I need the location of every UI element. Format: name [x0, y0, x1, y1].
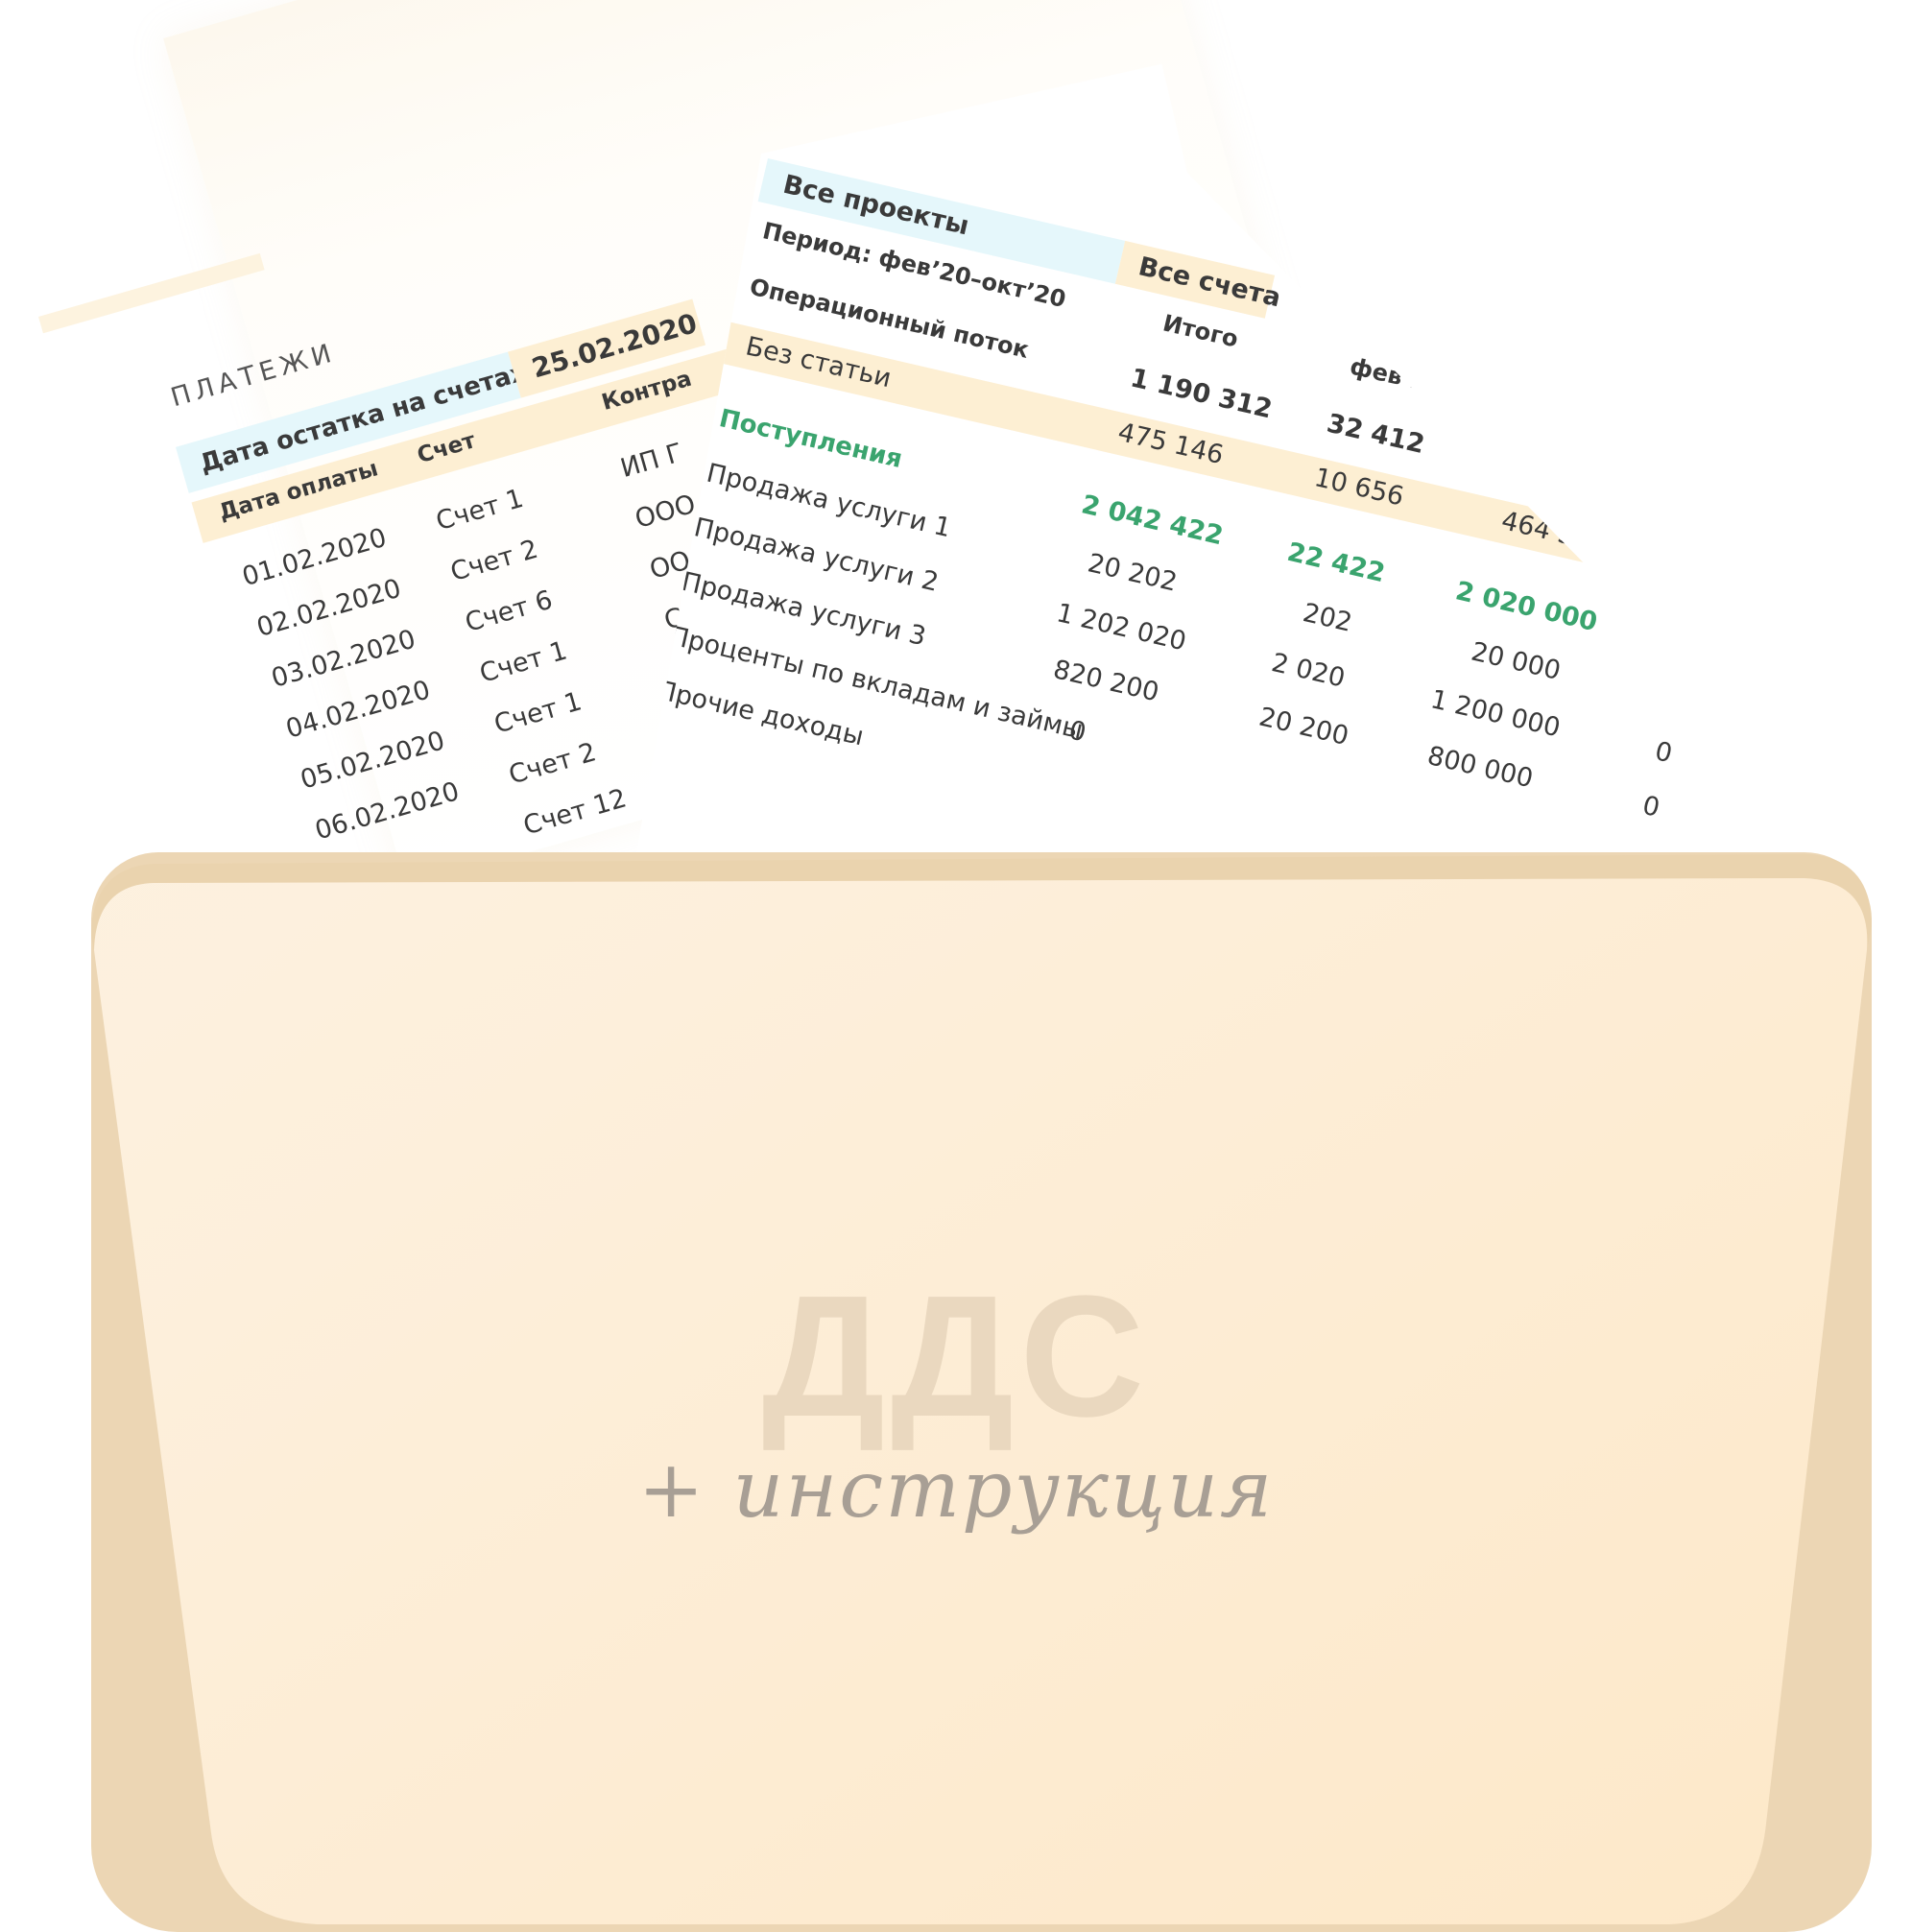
payment-account: Счет 2	[505, 737, 600, 791]
line-value: 202	[1300, 598, 1355, 638]
line-value: 1 200 000	[1427, 684, 1564, 744]
receipts-label: Поступления	[716, 404, 905, 475]
month-header: мар’20	[1534, 395, 1631, 443]
line-value: 1 202 020	[1053, 598, 1189, 657]
payment-account: Счет 12	[519, 783, 631, 842]
receipts-value: 2 020 000	[1452, 576, 1601, 638]
operating-flow-value: 1 190 312	[1127, 363, 1276, 425]
folder-title: ДДС	[761, 1260, 1151, 1453]
operating-flow-value: 1 157 900	[1511, 451, 1659, 513]
payments-title: ПЛАТЕЖИ	[167, 337, 340, 414]
line-value: 820 200	[1050, 655, 1162, 708]
month-header: апр’20	[1703, 434, 1796, 481]
operating-flow-value: 0	[1707, 496, 1733, 531]
receipts-value: 0	[1677, 628, 1702, 661]
folder-subtitle: + инструкция	[637, 1444, 1275, 1536]
payment-account: Счет 1	[476, 635, 571, 689]
line-value: 20 200	[1255, 702, 1351, 752]
payment-account: Счет 1	[432, 483, 527, 537]
payment-account: Счет 1	[490, 686, 586, 740]
no-category-value: 0	[1694, 551, 1718, 584]
line-value: 0	[1639, 790, 1663, 823]
line-value: 20 000	[1468, 636, 1564, 686]
line-value: 2 020	[1268, 648, 1349, 694]
receipts-value: 2 042 422	[1078, 489, 1227, 552]
receipts-value: 22 422	[1284, 537, 1388, 589]
total-header: Итого	[1159, 309, 1241, 353]
line-value: 0	[1652, 736, 1676, 770]
line-value: 20 202	[1085, 548, 1181, 598]
header-strip	[38, 252, 265, 334]
operating-flow-value: 32 412	[1324, 408, 1428, 461]
payment-account: Счет 2	[447, 534, 541, 588]
month-header: фев’20	[1347, 352, 1446, 400]
payment-account: Счет 6	[462, 584, 557, 639]
line-value: 800 000	[1424, 741, 1536, 795]
payment-counterparty: ИП Г	[617, 438, 686, 485]
